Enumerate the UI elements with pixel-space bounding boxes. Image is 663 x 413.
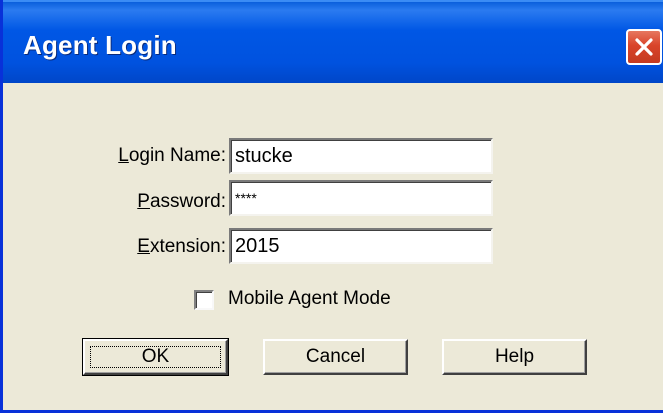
help-button[interactable]: Help [442,339,587,375]
ok-button[interactable]: OK [82,338,229,376]
title-bar[interactable]: Agent Login [3,0,663,83]
login-name-label-text: ogin Name: [128,145,226,166]
password-label-text: assword: [149,191,226,212]
close-icon [635,38,653,56]
mobile-agent-checkbox[interactable] [194,290,214,310]
help-button-label: Help [494,346,535,367]
login-name-accel: L [118,145,129,166]
focus-rect [90,346,221,368]
login-name-input[interactable] [229,138,493,174]
extension-accel: E [137,236,150,257]
password-accel: P [137,191,150,212]
agent-login-dialog: Agent Login Login Name: Password: Extens… [0,0,663,413]
cancel-button-label: Cancel [305,346,366,367]
dialog-body: Login Name: Password: Extension: Mobile … [6,83,663,410]
extension-label-text: xtension: [149,236,226,257]
cancel-button[interactable]: Cancel [263,339,408,375]
window-title: Agent Login [23,30,177,60]
extension-label: Extension: [137,236,226,258]
mobile-agent-label[interactable]: Mobile Agent Mode [228,288,391,310]
password-input[interactable] [229,180,493,216]
extension-input[interactable] [229,228,493,264]
close-button[interactable] [626,29,662,65]
password-label: Password: [137,191,226,213]
login-name-label: Login Name: [118,145,226,167]
